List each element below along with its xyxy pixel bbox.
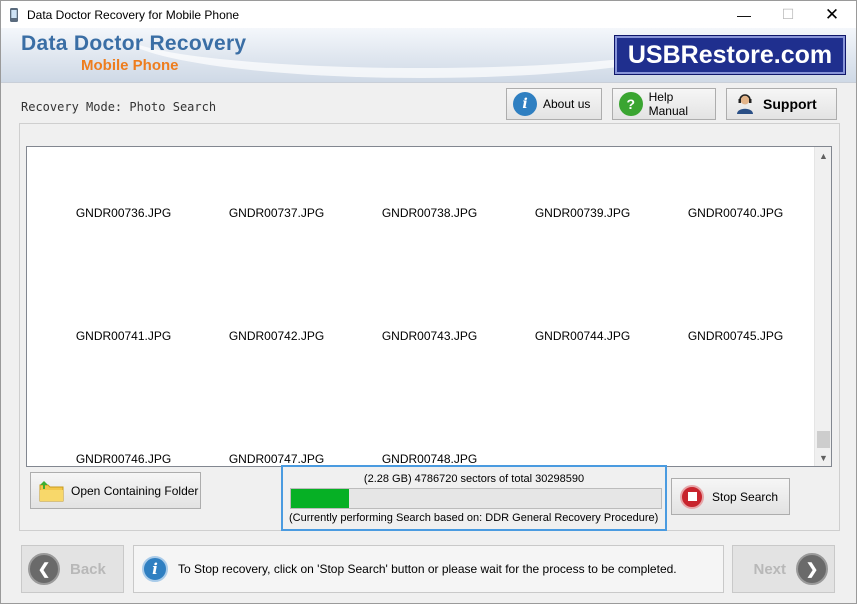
stop-search-button[interactable]: Stop Search <box>671 478 790 515</box>
progress-bar-fill <box>291 489 350 508</box>
photo-preview-image[interactable] <box>375 377 485 435</box>
photo-preview-image[interactable] <box>250 367 304 447</box>
info-icon: i <box>513 92 537 116</box>
next-label: Next <box>753 560 786 578</box>
folder-icon <box>39 480 65 502</box>
next-button[interactable]: Next ❯ <box>732 545 835 593</box>
search-progress-panel: (2.28 GB) 4786720 sectors of total 30298… <box>281 465 667 531</box>
window-title: Data Doctor Recovery for Mobile Phone <box>27 7 240 22</box>
title-bar: Data Doctor Recovery for Mobile Phone — … <box>1 1 856 28</box>
info-message: To Stop recovery, click on 'Stop Search'… <box>178 562 677 576</box>
search-procedure-status: (Currently performing Search based on: D… <box>289 512 659 524</box>
support-button[interactable]: Support <box>726 88 837 120</box>
brand-title: Data Doctor Recovery <box>21 32 247 55</box>
recovered-photos-gallery[interactable]: GNDR00736.JPG GNDR00737.JPG GNDR00738.JPG G… <box>26 146 832 467</box>
progress-bar <box>290 488 662 509</box>
scrollbar-thumb[interactable] <box>817 431 830 448</box>
photo-thumbnail[interactable]: GNDR00746.JPG <box>47 147 200 466</box>
vertical-scrollbar[interactable]: ▲ ▼ <box>814 147 831 466</box>
stop-search-label: Stop Search <box>712 489 779 504</box>
back-button[interactable]: ❮ Back <box>21 545 124 593</box>
usbrestore-logo[interactable]: USBRestore.com <box>615 36 845 74</box>
photo-thumbnail[interactable]: GNDR00748.JPG <box>353 147 506 466</box>
photo-filename: GNDR00744.JPG <box>534 329 631 343</box>
scroll-up-arrow-icon[interactable]: ▲ <box>815 147 831 164</box>
photo-filename: GNDR00746.JPG <box>75 452 172 466</box>
photo-filename: GNDR00745.JPG <box>687 329 784 343</box>
photo-thumbnail[interactable]: GNDR00745.JPG <box>659 147 812 466</box>
phone-app-icon <box>7 7 21 23</box>
stop-icon <box>680 484 704 509</box>
back-label: Back <box>70 560 106 578</box>
scroll-down-arrow-icon[interactable]: ▼ <box>815 449 831 466</box>
about-us-label: About us <box>543 97 591 111</box>
photo-thumbnail[interactable]: GNDR00747.JPG <box>200 147 353 466</box>
close-button[interactable]: ✕ <box>809 1 855 28</box>
photo-filename: GNDR00747.JPG <box>228 452 325 466</box>
sectors-progress-text: (2.28 GB) 4786720 sectors of total 30298… <box>363 473 585 485</box>
photo-preview-image[interactable] <box>710 243 762 319</box>
thumbnail-grid: GNDR00736.JPG GNDR00737.JPG GNDR00738.JPG G… <box>27 147 815 466</box>
info-icon: i <box>142 556 168 582</box>
about-us-button[interactable]: i About us <box>506 88 602 120</box>
photo-preview-image[interactable] <box>528 247 638 319</box>
info-message-bar: i To Stop recovery, click on 'Stop Searc… <box>133 545 724 593</box>
brand-subtitle: Mobile Phone <box>81 57 179 74</box>
open-folder-label: Open Containing Folder <box>71 483 199 498</box>
back-arrow-icon: ❮ <box>28 553 60 585</box>
header-banner: Data Doctor Recovery Mobile Phone USBRes… <box>1 28 856 83</box>
photo-filename: GNDR00748.JPG <box>381 452 478 466</box>
next-arrow-icon: ❯ <box>796 553 828 585</box>
maximize-button[interactable]: ☐ <box>765 1 811 28</box>
recovery-mode-label: Recovery Mode: Photo Search <box>21 100 217 114</box>
photo-thumbnail[interactable]: GNDR00744.JPG <box>506 147 659 466</box>
question-icon: ? <box>619 92 643 116</box>
app-window: Data Doctor Recovery for Mobile Phone — … <box>0 0 857 604</box>
open-containing-folder-button[interactable]: Open Containing Folder <box>30 472 201 509</box>
help-manual-button[interactable]: ? Help Manual <box>612 88 716 120</box>
minimize-button[interactable]: — <box>721 1 767 28</box>
support-label: Support <box>763 96 817 112</box>
photo-preview-image[interactable] <box>98 367 150 449</box>
support-agent-icon <box>733 92 757 116</box>
help-manual-label: Help Manual <box>648 90 688 118</box>
